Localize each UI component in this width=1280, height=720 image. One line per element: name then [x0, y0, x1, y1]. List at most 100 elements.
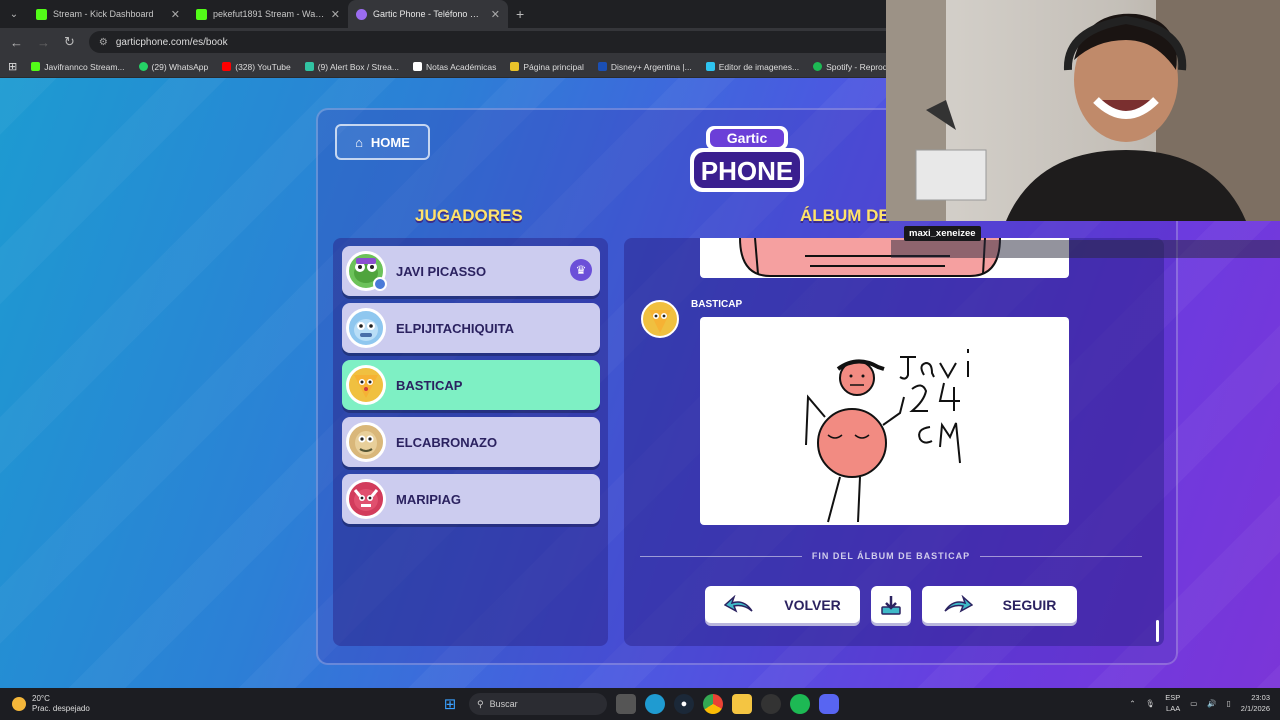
network-icon[interactable]: ▭	[1190, 699, 1197, 708]
close-icon[interactable]: ✕	[331, 8, 340, 21]
next-label: SEGUIR	[1002, 596, 1057, 613]
back-arrow-icon	[724, 594, 753, 613]
language-indicator[interactable]: ESP LAA	[1165, 692, 1180, 714]
home-icon: ⌂	[355, 134, 363, 150]
chevron-up-icon[interactable]: ⌃	[1129, 699, 1135, 708]
home-button[interactable]: ⌂ HOME	[335, 124, 430, 160]
search-label: Buscar	[489, 699, 518, 709]
chat-username: maxi_xeneizee	[904, 226, 981, 241]
forward-icon[interactable]: →	[37, 35, 50, 50]
avatar	[346, 308, 386, 348]
back-icon[interactable]: ←	[10, 35, 23, 50]
spotify-icon[interactable]	[790, 694, 810, 714]
album-scrollbar[interactable]	[1156, 620, 1159, 642]
streamlabs-icon	[304, 62, 314, 71]
player-row-selected[interactable]: BASTICAP	[342, 360, 600, 410]
disney-icon	[597, 62, 607, 71]
obs-icon[interactable]	[761, 694, 781, 714]
player-name: MARIPIAG	[396, 491, 461, 507]
drawing-canvas	[700, 317, 1069, 525]
bookmark-item[interactable]: (9) Alert Box / Strea...	[304, 62, 399, 72]
spotify-icon	[813, 62, 823, 71]
search-icon: ⚲	[477, 698, 484, 709]
close-icon[interactable]: ✕	[491, 8, 500, 21]
next-arrow-icon	[944, 594, 973, 613]
apps-grid-icon[interactable]: ⊞	[8, 60, 17, 73]
tab-kick-stream[interactable]: pekefut1891 Stream - Watch Li ✕	[188, 0, 348, 28]
next-button[interactable]: SEGUIR	[922, 586, 1077, 623]
logo-top-text: Gartic	[727, 130, 768, 146]
player-row[interactable]: ELPIJITACHIQUITA	[342, 303, 600, 353]
crown-icon: ♛	[570, 259, 592, 281]
steam-icon[interactable]: ●	[674, 694, 694, 714]
divider-line	[980, 555, 1142, 557]
tab-title: pekefut1891 Stream - Watch Li	[213, 9, 325, 19]
site-info-icon[interactable]: ⚙	[99, 37, 108, 48]
tab-gartic-phone[interactable]: Gartic Phone - Teléfono Desco ✕	[348, 0, 508, 28]
players-header: JUGADORES	[415, 206, 523, 225]
tab-title: Stream - Kick Dashboard	[53, 9, 154, 19]
kick-icon	[31, 62, 41, 71]
bookmark-item[interactable]: Javifrannco Stream...	[31, 62, 125, 72]
volume-icon[interactable]: 🔊	[1207, 699, 1216, 708]
close-icon[interactable]: ✕	[171, 8, 180, 21]
back-button[interactable]: VOLVER	[705, 586, 860, 623]
date: 2/1/2026	[1240, 704, 1270, 713]
player-row[interactable]: ELCABRONAZO	[342, 417, 600, 467]
kick-icon	[36, 8, 47, 20]
avatar	[346, 479, 386, 519]
player-row[interactable]: MARIPIAG	[342, 474, 600, 524]
new-tab-icon[interactable]: +	[516, 6, 524, 22]
album-end-label: FIN DEL ÁLBUM DE BASTICAP	[811, 551, 971, 561]
taskbar-search[interactable]: ⚲ Buscar	[469, 693, 607, 715]
tab-kick-dashboard[interactable]: Stream - Kick Dashboard ✕	[28, 0, 188, 28]
weather-widget[interactable]: 20°C Prac. despejado	[12, 694, 90, 714]
download-button[interactable]	[871, 586, 911, 623]
tab-search-chevron-icon[interactable]: ⌄	[0, 0, 28, 28]
stick-figure-drawing	[805, 349, 969, 523]
download-icon	[881, 595, 901, 615]
weather-sun-icon	[12, 697, 26, 711]
album-end-divider: FIN DEL ÁLBUM DE BASTICAP	[640, 551, 1142, 561]
author-avatar	[641, 300, 679, 338]
player-name: ELCABRONAZO	[396, 434, 498, 450]
url-bar[interactable]: ⚙ garticphone.com/es/book	[88, 31, 909, 53]
document-icon	[412, 62, 422, 71]
gartic-icon	[356, 8, 367, 20]
kick-icon	[196, 8, 207, 20]
player-name: JAVI PICASSO	[396, 263, 487, 279]
divider-line	[640, 555, 802, 557]
player-name: BASTICAP	[396, 377, 463, 393]
system-tray: ⌃ 🎙 ESP LAA ▭ 🔊 ▯ 23:03 2/1/2026	[1129, 692, 1270, 714]
chrome-icon[interactable]	[703, 694, 723, 714]
page-icon	[510, 62, 520, 71]
bookmark-item[interactable]: (29) WhatsApp	[138, 62, 208, 72]
task-view-icon[interactable]	[616, 694, 636, 714]
edge-icon[interactable]	[645, 694, 665, 714]
reload-icon[interactable]: ↻	[64, 34, 75, 50]
home-label: HOME	[370, 134, 410, 150]
discord-icon[interactable]	[819, 694, 839, 714]
logo-bottom-text: PHONE	[701, 156, 793, 186]
file-explorer-icon[interactable]	[732, 694, 752, 714]
album-header: ÁLBUM DE BASTICAP	[800, 206, 890, 225]
avatar	[346, 251, 387, 291]
player-name: ELPIJITACHIQUITA	[396, 320, 514, 336]
clock[interactable]: 23:03 2/1/2026	[1241, 692, 1270, 714]
image-editor-icon	[705, 62, 715, 71]
bookmark-item[interactable]: Disney+ Argentina |...	[597, 62, 692, 72]
battery-icon[interactable]: ▯	[1227, 699, 1231, 708]
avatar	[346, 365, 386, 405]
bookmark-item[interactable]: (328) YouTube	[222, 62, 291, 72]
youtube-icon	[222, 62, 232, 71]
bookmark-item[interactable]: Página principal	[510, 62, 584, 72]
microphone-icon[interactable]: 🎙	[1146, 699, 1156, 708]
windows-start-icon[interactable]: ⊞	[440, 694, 460, 714]
user-badge-icon	[373, 277, 387, 291]
whatsapp-icon	[138, 62, 148, 71]
entry-author: BASTICAP	[691, 299, 743, 310]
bookmark-item[interactable]: Notas Académicas	[412, 62, 496, 72]
bookmark-item[interactable]: Editor de imagenes...	[705, 62, 799, 72]
player-row[interactable]: JAVI PICASSO ♛	[342, 246, 600, 296]
windows-taskbar: 20°C Prac. despejado ⊞ ⚲ Buscar ● ⌃ 🎙 ES…	[0, 688, 1280, 720]
